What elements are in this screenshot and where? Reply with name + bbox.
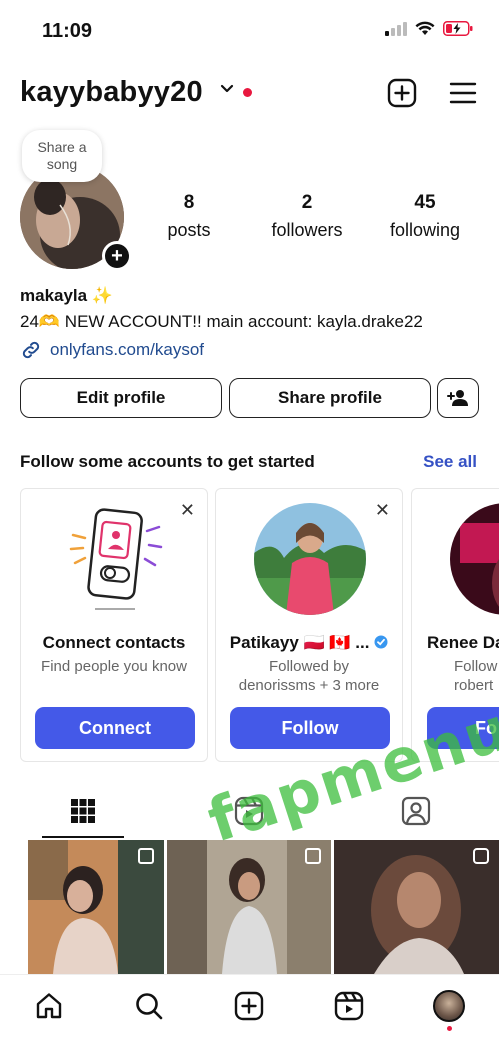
nav-search[interactable] bbox=[132, 989, 166, 1023]
card-subtitle: Followed by denorissms + 3 more bbox=[216, 657, 402, 695]
stat-posts[interactable]: 8 posts bbox=[134, 192, 244, 241]
discover-people-button[interactable] bbox=[437, 378, 479, 418]
suggestions-title: Follow some accounts to get started bbox=[20, 452, 315, 471]
post-thumbnail[interactable] bbox=[334, 840, 499, 974]
close-icon[interactable]: ✕ bbox=[180, 501, 195, 519]
notification-dot bbox=[243, 88, 252, 97]
reels-icon bbox=[334, 991, 364, 1021]
status-time: 11:09 bbox=[42, 20, 93, 42]
add-story-button[interactable]: + bbox=[102, 241, 132, 271]
nav-reels[interactable] bbox=[332, 989, 366, 1023]
card-title: Connect contacts bbox=[42, 633, 186, 652]
post-thumbnail[interactable] bbox=[167, 840, 331, 974]
note-text-line1: Share a bbox=[37, 139, 87, 155]
suggested-user-photo bbox=[450, 503, 499, 615]
add-square-icon bbox=[387, 78, 417, 108]
card-subtitle-line1: Followed by bbox=[268, 658, 350, 675]
card-title: Patikayy 🇵🇱 🇨🇦 ... bbox=[216, 633, 402, 653]
tab-posts-grid[interactable] bbox=[0, 784, 166, 838]
carousel-icon bbox=[305, 848, 321, 864]
suggested-user-avatar[interactable] bbox=[450, 503, 499, 615]
stat-value: 45 bbox=[414, 192, 436, 213]
note-text-line2: song bbox=[46, 156, 78, 172]
suggested-user-photo bbox=[254, 503, 366, 615]
active-tab-indicator bbox=[42, 836, 124, 838]
note-bubble[interactable]: Share a song bbox=[22, 130, 102, 182]
nav-create[interactable] bbox=[232, 989, 266, 1023]
share-profile-button[interactable]: Share profile bbox=[229, 378, 431, 418]
notification-dot bbox=[447, 1026, 452, 1031]
stat-value: 2 bbox=[301, 192, 313, 213]
add-person-icon bbox=[447, 390, 468, 406]
carousel-icon bbox=[473, 848, 489, 864]
verified-badge-icon bbox=[374, 635, 388, 649]
suggested-user-avatar[interactable] bbox=[254, 503, 366, 615]
posts-grid bbox=[0, 840, 499, 974]
search-icon bbox=[136, 993, 163, 1020]
nav-home[interactable] bbox=[32, 989, 66, 1023]
display-name: makayla ✨ bbox=[20, 286, 114, 305]
create-post-button[interactable] bbox=[385, 76, 419, 110]
avatar bbox=[433, 990, 465, 1022]
see-all-link[interactable]: See all bbox=[423, 452, 477, 472]
suggestion-card-connect[interactable]: ✕ Connect contacts Find people you know … bbox=[20, 488, 208, 762]
tagged-person-icon bbox=[401, 796, 431, 826]
add-square-icon bbox=[234, 991, 264, 1021]
stat-label: posts bbox=[167, 220, 211, 240]
chevron-down-icon[interactable] bbox=[220, 84, 234, 94]
username-switcher[interactable]: kayybabyy20 bbox=[20, 76, 203, 109]
profile-header: kayybabyy20 bbox=[0, 72, 499, 116]
cellular-signal-icon bbox=[385, 21, 407, 36]
stat-followers[interactable]: 2 followers bbox=[252, 192, 362, 241]
menu-button[interactable] bbox=[446, 76, 480, 110]
card-subtitle-line1: Find people you know bbox=[41, 658, 187, 675]
hamburger-menu-icon bbox=[449, 82, 477, 104]
post-thumbnail[interactable] bbox=[28, 840, 164, 974]
contacts-phone-icon bbox=[69, 508, 163, 610]
card-subtitle: Follow robert bbox=[412, 657, 499, 695]
grid-icon bbox=[71, 799, 95, 823]
carousel-icon bbox=[138, 848, 154, 864]
battery-charging-icon bbox=[443, 21, 473, 36]
card-subtitle: Find people you know bbox=[21, 657, 207, 676]
card-title: Renee Da bbox=[427, 633, 499, 652]
home-icon bbox=[36, 993, 62, 1019]
card-subtitle-line1: Follow bbox=[454, 658, 498, 675]
wifi-icon bbox=[415, 21, 435, 35]
suggestion-card-user[interactable]: ✕ Patikayy 🇵🇱 🇨🇦 ... Followed by denoris… bbox=[215, 488, 403, 762]
status-bar: 11:09 bbox=[0, 0, 499, 62]
close-icon[interactable]: ✕ bbox=[375, 501, 390, 519]
nav-profile[interactable] bbox=[432, 989, 466, 1023]
status-icons bbox=[385, 21, 473, 36]
card-subtitle-line2: robert bbox=[454, 677, 494, 694]
connect-button[interactable]: Connect bbox=[35, 707, 195, 749]
bio-link[interactable]: onlyfans.com/kaysof bbox=[20, 339, 204, 361]
link-text[interactable]: onlyfans.com/kaysof bbox=[50, 340, 204, 360]
stat-value: 8 bbox=[183, 192, 195, 213]
link-icon bbox=[22, 341, 40, 359]
bottom-navigation bbox=[0, 974, 499, 1043]
stat-label: following bbox=[389, 220, 461, 240]
bio-text: 24🫶 NEW ACCOUNT!! main account: kayla.dr… bbox=[20, 312, 423, 331]
edit-profile-button[interactable]: Edit profile bbox=[20, 378, 222, 418]
stat-label: followers bbox=[271, 220, 343, 240]
suggested-user-name: Patikayy 🇵🇱 🇨🇦 ... bbox=[229, 633, 370, 652]
card-subtitle-line2: denorissms + 3 more bbox=[238, 677, 380, 694]
stat-following[interactable]: 45 following bbox=[370, 192, 480, 241]
